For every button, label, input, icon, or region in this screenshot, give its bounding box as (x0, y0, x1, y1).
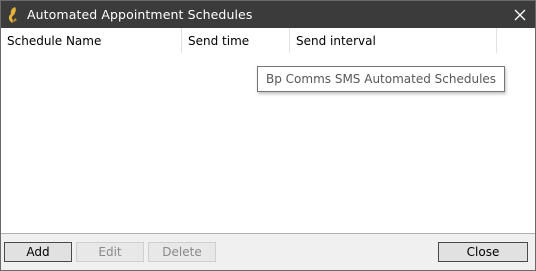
column-header-schedule-name[interactable]: Schedule Name (1, 28, 182, 53)
schedule-list[interactable]: Schedule Name Send time Send interval (1, 28, 535, 234)
close-icon[interactable] (505, 1, 535, 28)
add-button[interactable]: Add (4, 242, 72, 262)
dialog-window: Automated Appointment Schedules Schedule… (0, 0, 536, 271)
delete-button[interactable]: Delete (148, 242, 216, 262)
title-bar[interactable]: Automated Appointment Schedules (1, 1, 535, 28)
column-header-send-time[interactable]: Send time (182, 28, 290, 53)
edit-button[interactable]: Edit (76, 242, 144, 262)
list-header: Schedule Name Send time Send interval (1, 28, 535, 53)
tooltip: Bp Comms SMS Automated Schedules (257, 66, 506, 92)
column-header-send-interval[interactable]: Send interval (290, 28, 497, 53)
window-title: Automated Appointment Schedules (27, 7, 253, 22)
app-logo-icon (6, 6, 20, 24)
close-button[interactable]: Close (438, 242, 528, 262)
